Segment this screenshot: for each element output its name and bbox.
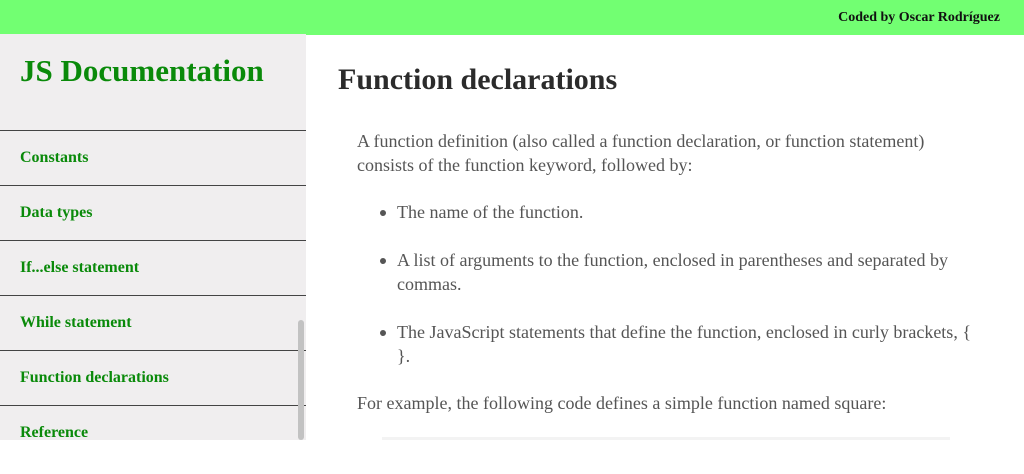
main-content: Function declarations A function definit… — [306, 35, 1024, 440]
intro-paragraph: A function definition (also called a fun… — [357, 131, 925, 175]
bullet-icon — [380, 210, 386, 216]
nav-list: Constants Data types If...else statement… — [0, 130, 306, 460]
sidebar-scrollbar-thumb[interactable] — [298, 320, 304, 440]
nav-link-function-declarations[interactable]: Function declarations — [0, 350, 306, 405]
author-credit: Coded by Oscar Rodríguez — [838, 10, 1000, 25]
list-item-text: The JavaScript statements that define th… — [397, 322, 971, 366]
top-bar: Coded by Oscar Rodríguez — [0, 0, 1024, 35]
nav-link-label[interactable]: If...else statement — [20, 259, 139, 277]
list-item: A list of arguments to the function, enc… — [380, 248, 977, 296]
bullet-icon — [380, 258, 386, 264]
example-paragraph: For example, the following code defines … — [357, 393, 887, 413]
nav-link-reference[interactable]: Reference — [0, 405, 306, 460]
nav-link-label[interactable]: Data types — [20, 204, 92, 222]
nav-link-label[interactable]: While statement — [20, 314, 132, 332]
nav-link-label[interactable]: Reference — [20, 424, 88, 442]
list-item-text: A list of arguments to the function, enc… — [397, 250, 949, 294]
bullet-icon — [380, 330, 386, 336]
sidebar-nav: JS Documentation Constants Data types If… — [0, 34, 306, 441]
list-item: The JavaScript statements that define th… — [380, 320, 977, 368]
sidebar-title: JS Documentation — [20, 53, 264, 88]
nav-link-data-types[interactable]: Data types — [0, 185, 306, 240]
nav-link-if-else[interactable]: If...else statement — [0, 240, 306, 295]
nav-link-label[interactable]: Function declarations — [20, 369, 169, 387]
list-item: The name of the function. — [380, 200, 977, 224]
nav-link-label[interactable]: Constants — [20, 149, 88, 167]
nav-link-constants[interactable]: Constants — [0, 130, 306, 185]
section-title: Function declarations — [338, 63, 618, 96]
list-item-text: The name of the function. — [397, 202, 584, 222]
nav-link-while[interactable]: While statement — [0, 295, 306, 350]
